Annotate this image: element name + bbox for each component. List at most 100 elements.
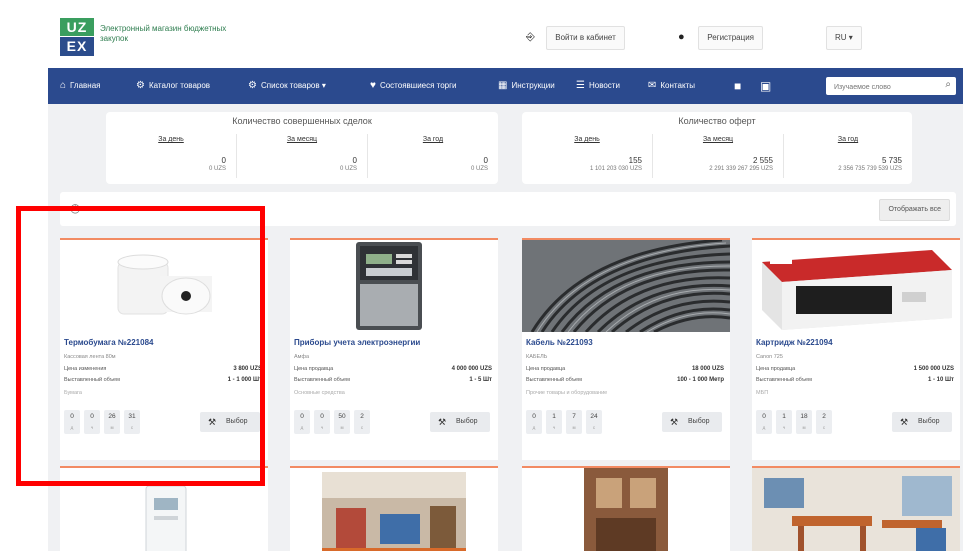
timer-days: 0д bbox=[294, 410, 310, 434]
timer-days: 0д bbox=[526, 410, 542, 434]
list-icon: ⚙ bbox=[248, 80, 257, 91]
product-card[interactable] bbox=[752, 466, 960, 551]
product-subcategory: Основные средства bbox=[294, 390, 345, 396]
catalog-icon: ⚙ bbox=[136, 80, 145, 91]
stat-sum: 2 291 339 267 295 UZS bbox=[709, 166, 773, 172]
stat-value: 2 555 bbox=[752, 156, 773, 165]
logo-bottom-text: EX bbox=[60, 37, 94, 56]
user-icon: ● bbox=[678, 31, 685, 43]
contacts-icon: ✉ bbox=[648, 80, 657, 91]
login-button[interactable]: ⎆ Войти в кабинет bbox=[526, 26, 625, 50]
site-header: UZ EX Электронный магазин бюджетных заку… bbox=[48, 0, 963, 68]
deals-stats-panel: Количество совершенных сделок За день 0 … bbox=[106, 112, 498, 184]
product-title[interactable]: Кабель №221093 bbox=[526, 338, 593, 347]
timer-seconds: 2с bbox=[354, 410, 370, 434]
price-row: Цена продавца 18 000 UZS bbox=[526, 366, 724, 372]
search-input[interactable] bbox=[832, 79, 936, 95]
video-camera-icon[interactable]: ■ bbox=[734, 68, 741, 104]
search-box: ⌕ bbox=[826, 77, 956, 95]
stat-label[interactable]: За месяц bbox=[653, 136, 783, 143]
price-row: Цена продавца 1 500 000 UZS bbox=[756, 366, 954, 372]
product-image[interactable] bbox=[290, 240, 498, 332]
calculator-icon[interactable]: ▣ bbox=[760, 68, 771, 104]
timer-minutes: 7м bbox=[566, 410, 582, 434]
stat-sum: 0 UZS bbox=[208, 166, 226, 172]
product-subcategory: Прочие товары и оборудование bbox=[526, 390, 608, 396]
register-button[interactable]: ● Регистрация bbox=[678, 26, 763, 50]
product-card[interactable]: Приборы учета электроэнергии Амфа Цена п… bbox=[290, 238, 498, 460]
highlight-frame bbox=[16, 206, 265, 486]
news-icon: ☰ bbox=[576, 80, 585, 91]
nav-item-completed-auctions[interactable]: ♥ Состоявшиеся торги bbox=[370, 68, 457, 104]
stat-value: 0 bbox=[352, 156, 357, 165]
logo-caption: Электронный магазин бюджетных закупок bbox=[100, 24, 227, 43]
price-value: 1 500 000 UZS bbox=[913, 366, 954, 372]
choose-button[interactable]: ⚒ Выбор bbox=[892, 412, 952, 432]
product-title[interactable]: Картридж №221094 bbox=[756, 338, 833, 347]
deals-stats-title: Количество совершенных сделок bbox=[232, 116, 372, 126]
deals-month: За месяц 0 0 UZS bbox=[237, 134, 368, 178]
show-all-button[interactable]: Отображать все bbox=[879, 199, 950, 221]
price-label: Цена продавца bbox=[756, 366, 796, 372]
price-label: Цена продавца bbox=[526, 366, 566, 372]
volume-value: 100 - 1 000 Метр bbox=[677, 377, 724, 383]
nav-item-instructions[interactable]: ▦ Инструкции bbox=[498, 68, 555, 104]
volume-row: Выставленный объем 1 - 10 Шт bbox=[756, 377, 954, 383]
price-value: 18 000 UZS bbox=[691, 366, 724, 372]
gavel-icon: ⚒ bbox=[438, 417, 447, 427]
stat-label[interactable]: За день bbox=[522, 136, 652, 143]
product-image[interactable] bbox=[752, 468, 960, 551]
stat-sum: 0 UZS bbox=[339, 166, 357, 172]
timer-seconds: 24 с bbox=[586, 410, 602, 434]
stat-sum: 2 356 735 739 539 UZS bbox=[838, 166, 902, 172]
stat-label[interactable]: За месяц bbox=[237, 136, 367, 143]
volume-value: 1 - 5 Шт bbox=[469, 377, 492, 383]
stat-label[interactable]: За день bbox=[106, 136, 236, 143]
search-icon[interactable]: ⌕ bbox=[945, 79, 951, 90]
choose-button[interactable]: ⚒ Выбор bbox=[430, 412, 490, 432]
product-card[interactable] bbox=[290, 466, 498, 551]
nav-item-product-list[interactable]: ⚙ Список товаров ▾ bbox=[248, 68, 326, 104]
offers-day: За день 155 1 101 203 030 UZS bbox=[522, 134, 653, 178]
timer-minutes: 18 м bbox=[796, 410, 812, 434]
gavel-icon: ⚒ bbox=[670, 417, 679, 427]
stat-value: 0 bbox=[483, 156, 488, 165]
stat-value: 5 735 bbox=[881, 156, 902, 165]
product-image[interactable] bbox=[522, 468, 730, 551]
nav-item-contacts[interactable]: ✉ Контакты bbox=[648, 68, 695, 104]
auction-icon: ♥ bbox=[370, 80, 376, 91]
product-card[interactable]: Кабель №221093 КАБЕЛЬ Цена продавца 18 0… bbox=[522, 238, 730, 460]
product-image[interactable] bbox=[290, 468, 498, 551]
offers-stats-panel: Количество оферт За день 155 1 101 203 0… bbox=[522, 112, 912, 184]
timer-hours: 1ч bbox=[546, 410, 562, 434]
offers-year: За год 5 735 2 356 735 739 539 UZS bbox=[784, 134, 912, 178]
site-logo[interactable]: UZ EX bbox=[60, 18, 94, 56]
deals-year: За год 0 0 UZS bbox=[368, 134, 498, 178]
nav-item-news[interactable]: ☰ Новости bbox=[576, 68, 620, 104]
instructions-icon: ▦ bbox=[498, 80, 508, 91]
logo-top-text: UZ bbox=[60, 18, 94, 36]
timer-days: 0д bbox=[756, 410, 772, 434]
price-row: Цена продавца 4 000 000 UZS bbox=[294, 366, 492, 372]
product-image[interactable] bbox=[522, 240, 730, 332]
volume-label: Выставленный объем bbox=[756, 377, 812, 383]
price-value: 4 000 000 UZS bbox=[451, 366, 492, 372]
product-image[interactable] bbox=[752, 240, 960, 332]
gavel-icon: ⚒ bbox=[900, 417, 909, 427]
login-label: Войти в кабинет bbox=[546, 26, 625, 50]
stat-label[interactable]: За год bbox=[368, 136, 498, 143]
stat-label[interactable]: За год bbox=[784, 136, 912, 143]
volume-row: Выставленный объем 100 - 1 000 Метр bbox=[526, 377, 724, 383]
language-label: RU ▾ bbox=[826, 26, 862, 50]
product-title[interactable]: Приборы учета электроэнергии bbox=[294, 338, 420, 347]
volume-label: Выставленный объем bbox=[526, 377, 582, 383]
product-card[interactable]: Картридж №221094 Canon 725 Цена продавца… bbox=[752, 238, 960, 460]
language-select[interactable]: RU ▾ bbox=[826, 26, 862, 50]
nav-item-home[interactable]: ⌂ Главная bbox=[60, 68, 101, 104]
nav-item-catalog[interactable]: ⚙ Каталог товаров bbox=[136, 68, 210, 104]
product-card[interactable] bbox=[522, 466, 730, 551]
home-icon: ⌂ bbox=[60, 80, 67, 91]
choose-button[interactable]: ⚒ Выбор bbox=[662, 412, 722, 432]
choose-button-label: Выбор bbox=[918, 418, 940, 425]
stat-sum: 0 UZS bbox=[470, 166, 488, 172]
